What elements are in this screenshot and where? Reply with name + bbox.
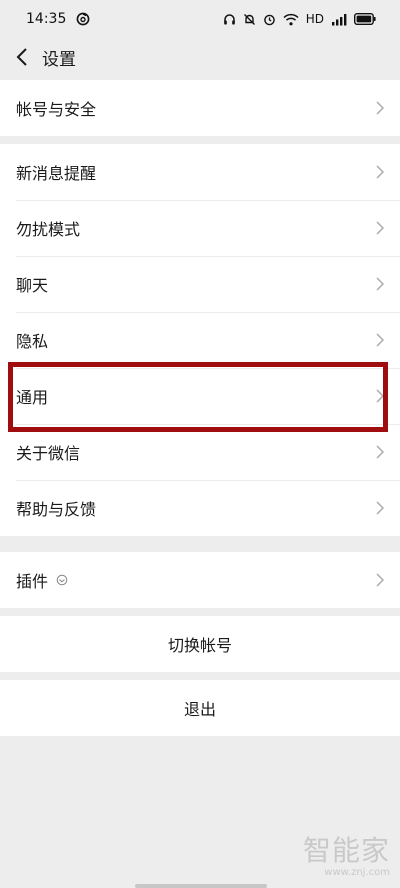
setting-row-chat[interactable]: 聊天 — [0, 256, 400, 312]
plugin-status-icon — [56, 574, 68, 586]
wifi-icon — [283, 13, 299, 26]
bell-off-icon — [243, 13, 256, 26]
network-label: HD — [305, 12, 324, 26]
alarm-icon — [263, 13, 276, 26]
status-time: 14:35 — [26, 11, 67, 27]
chevron-left-icon — [16, 47, 28, 67]
chevron-right-icon — [376, 221, 384, 235]
setting-row-privacy[interactable]: 隐私 — [0, 312, 400, 368]
netease-music-icon — [76, 12, 90, 26]
status-bar: 14:35 HD — [0, 0, 400, 38]
back-button[interactable] — [4, 38, 40, 76]
signal-4g-icon — [331, 13, 347, 26]
setting-label: 新消息提醒 — [16, 164, 97, 183]
setting-row-general[interactable]: 通用 — [0, 368, 400, 424]
account-group: 帐号与安全 — [0, 80, 400, 136]
setting-label: 聊天 — [16, 276, 49, 295]
setting-row-notifications[interactable]: 新消息提醒 — [0, 144, 400, 200]
chevron-right-icon — [376, 101, 384, 115]
nav-bar: 设置 — [0, 38, 400, 76]
setting-row-do-not-disturb[interactable]: 勿扰模式 — [0, 200, 400, 256]
setting-label: 隐私 — [16, 332, 49, 351]
setting-row-about[interactable]: 关于微信 — [0, 424, 400, 480]
watermark-logo-text: 智能家 — [302, 834, 390, 867]
setting-label: 勿扰模式 — [16, 220, 81, 239]
chevron-right-icon — [376, 165, 384, 179]
setting-row-plugins[interactable]: 插件 — [0, 552, 400, 608]
switch-account-button[interactable]: 切换帐号 — [0, 616, 400, 672]
plugins-group: 插件 — [0, 552, 400, 608]
chevron-right-icon — [376, 333, 384, 347]
chevron-right-icon — [376, 573, 384, 587]
chevron-right-icon — [376, 277, 384, 291]
chevron-right-icon — [376, 501, 384, 515]
setting-row-account-security[interactable]: 帐号与安全 — [0, 80, 400, 136]
setting-label: 关于微信 — [16, 444, 81, 463]
setting-row-help-feedback[interactable]: 帮助与反馈 — [0, 480, 400, 536]
setting-label: 帐号与安全 — [16, 100, 97, 119]
home-indicator[interactable] — [135, 884, 267, 888]
setting-label: 插件 — [16, 572, 49, 591]
battery-icon — [354, 13, 376, 25]
setting-label: 通用 — [16, 388, 49, 407]
chevron-right-icon — [376, 389, 384, 403]
watermark: 智能家 www.znj.com — [303, 829, 390, 878]
chevron-right-icon — [376, 445, 384, 459]
settings-group: 新消息提醒 勿扰模式 聊天 隐私 通用 关于微信 帮助与反馈 — [0, 144, 400, 536]
logout-button[interactable]: 退出 — [0, 680, 400, 736]
headphones-icon — [223, 13, 236, 26]
page-title: 设置 — [42, 49, 76, 70]
setting-label: 帮助与反馈 — [16, 500, 97, 519]
